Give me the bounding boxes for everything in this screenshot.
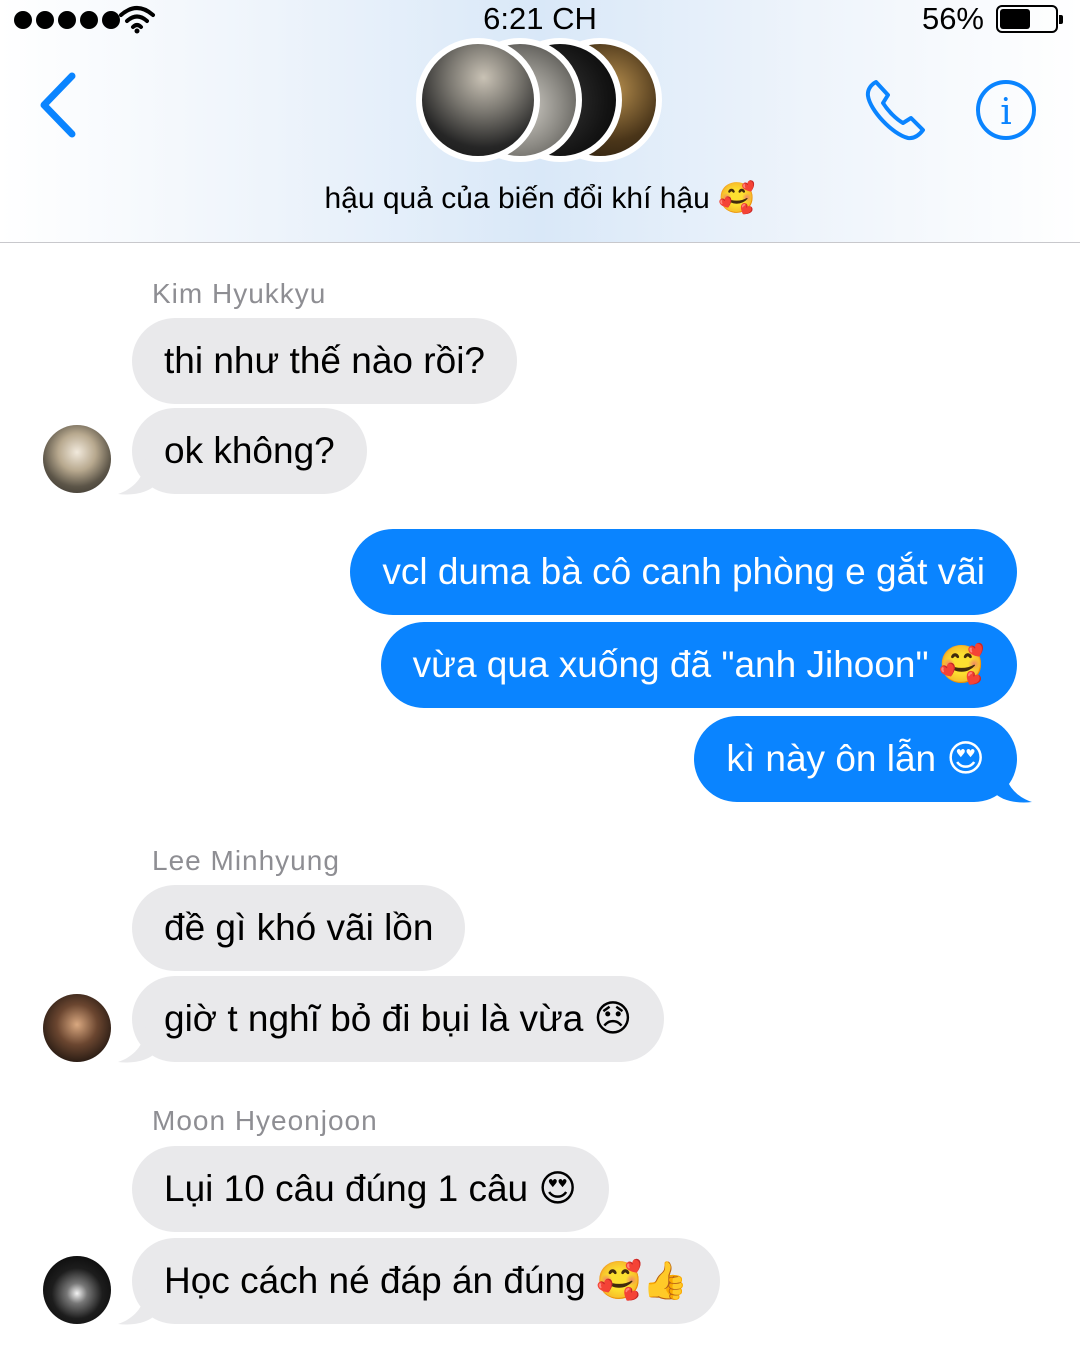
message-bubble[interactable]: giờ t nghĩ bỏ đi bụi là vừa 😞 xyxy=(132,976,665,1062)
battery-percent: 56% xyxy=(921,1,984,36)
sender-name: Moon Hyeonjoon xyxy=(152,1105,378,1136)
message-bubble[interactable]: thi như thế nào rồi? xyxy=(132,318,517,404)
chevron-left-icon[interactable] xyxy=(34,70,84,140)
group-avatar-stack[interactable] xyxy=(416,38,666,162)
avatar[interactable] xyxy=(43,1256,111,1324)
sender-name: Kim Hyukkyu xyxy=(152,278,327,309)
sender-name: Lee Minhyung xyxy=(152,845,340,876)
group-member-avatar xyxy=(416,38,540,162)
message-bubble[interactable]: Học cách né đáp án đúng 🥰👍 xyxy=(132,1238,721,1324)
message-bubble[interactable]: ok không? xyxy=(132,408,367,494)
bubble-tail xyxy=(118,1024,156,1063)
message-bubble[interactable]: vừa qua xuống đã "anh Jihoon" 🥰 xyxy=(380,622,1017,708)
avatar[interactable] xyxy=(43,994,111,1062)
avatar[interactable] xyxy=(43,425,111,493)
status-bar: 6:21 CH 56% xyxy=(0,0,1080,40)
phone-icon[interactable] xyxy=(862,76,930,144)
conversation-title[interactable]: hậu quả của biến đổi khí hậu 🥰 xyxy=(0,178,1080,220)
message-bubble[interactable]: kì này ôn lẫn 😍 xyxy=(694,716,1017,802)
message-bubble[interactable]: đề gì khó vãi lồn xyxy=(132,885,466,971)
battery-level xyxy=(1000,9,1030,29)
message-bubble[interactable]: Lụi 10 câu đúng 1 câu 😍 xyxy=(132,1146,609,1232)
battery-icon xyxy=(996,5,1063,33)
svg-text:i: i xyxy=(1000,92,1012,133)
status-time: 6:21 CH xyxy=(483,1,597,36)
bubble-tail xyxy=(994,764,1032,803)
message-bubble[interactable]: vcl duma bà cô canh phòng e gắt vãi xyxy=(350,529,1017,615)
bubble-tail xyxy=(118,1286,156,1325)
bubble-tail xyxy=(118,456,156,495)
info-icon[interactable]: i xyxy=(974,78,1038,142)
